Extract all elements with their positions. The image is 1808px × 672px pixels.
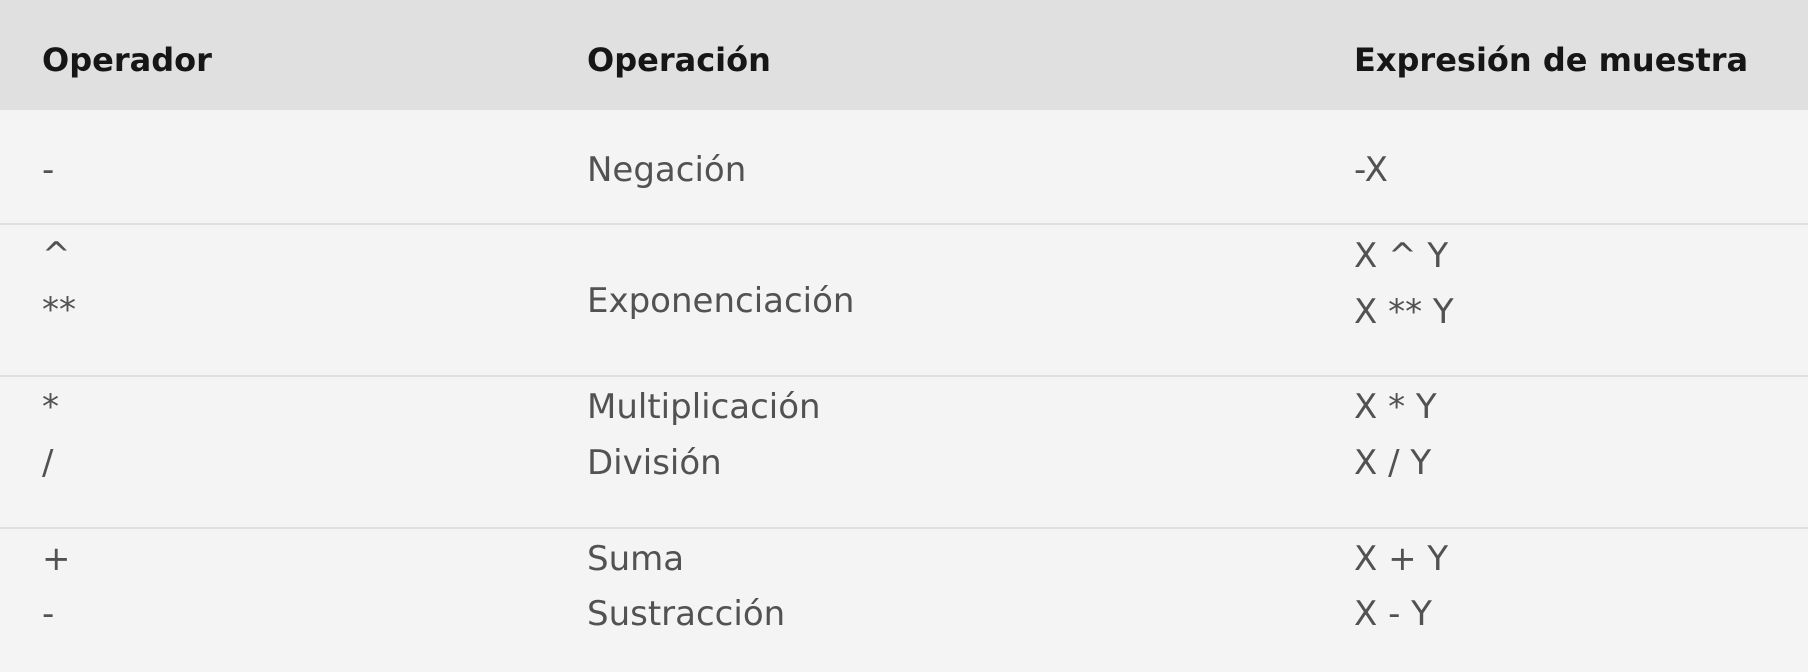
expression-cell: -X	[1354, 150, 1388, 190]
expression-cell: X * Y	[1354, 387, 1437, 427]
operation-cell: Multiplicación	[587, 387, 821, 427]
operation-cell: Sustracción	[587, 594, 786, 634]
operator-cell: *	[42, 387, 59, 427]
expression-cell: X + Y	[1354, 539, 1449, 579]
operation-cell: Suma	[587, 539, 685, 579]
operation-cell: Exponenciación	[587, 281, 855, 321]
expression-cell: X ** Y	[1354, 292, 1454, 332]
table-row: * / Multiplicación División X * Y X / Y	[0, 375, 1808, 527]
header-operation: Operación	[587, 41, 771, 79]
operator-cell: +	[42, 539, 71, 579]
operator-cell: **	[42, 290, 76, 330]
operation-cell: Negación	[587, 150, 747, 190]
table-row: ^ ** Exponenciación X ^ Y X ** Y	[0, 223, 1808, 375]
operator-cell: -	[42, 150, 55, 190]
table-header: Operador Operación Expresión de muestra	[0, 0, 1808, 110]
table-row: + - Suma Sustracción X + Y X - Y	[0, 527, 1808, 672]
expression-cell: X ^ Y	[1354, 236, 1449, 276]
operator-cell: -	[42, 594, 55, 634]
header-operator: Operador	[42, 41, 212, 79]
table-row: - Negación -X	[0, 110, 1808, 223]
expression-cell: X / Y	[1354, 443, 1432, 483]
operators-table: Operador Operación Expresión de muestra …	[0, 0, 1808, 672]
operator-cell: /	[42, 443, 54, 483]
header-sample-expression: Expresión de muestra	[1354, 41, 1749, 79]
expression-cell: X - Y	[1354, 594, 1432, 634]
operator-cell: ^	[42, 235, 71, 275]
operation-cell: División	[587, 443, 722, 483]
